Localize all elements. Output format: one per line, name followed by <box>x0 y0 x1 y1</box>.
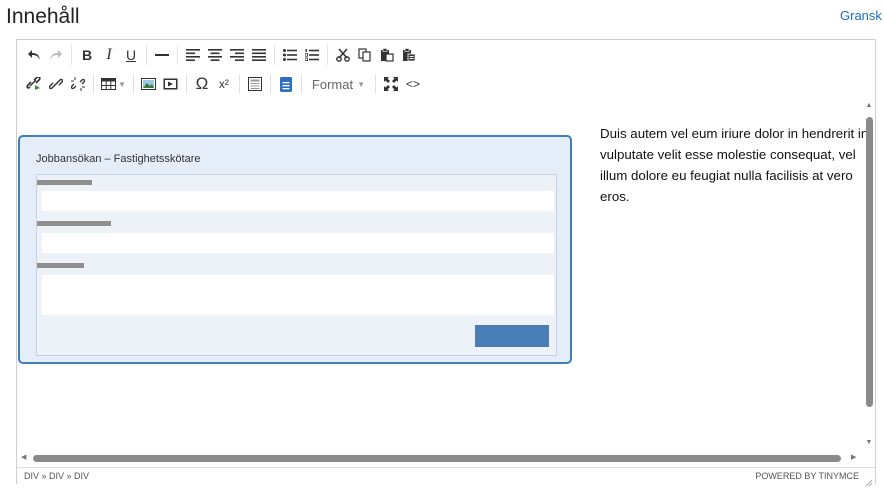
vertical-scrollbar[interactable]: ▲ ▼ <box>863 102 875 464</box>
toolbar-separator <box>375 74 377 94</box>
resize-handle-icon[interactable] <box>865 474 873 487</box>
bullet-list-icon[interactable] <box>279 43 301 67</box>
undo-icon[interactable] <box>23 43 45 67</box>
special-char-icon[interactable]: Ω <box>191 72 213 96</box>
document-icon[interactable] <box>275 72 297 96</box>
toolbar-separator <box>274 45 275 65</box>
toolbar-separator <box>132 74 134 94</box>
horizontal-scrollbar[interactable]: ◀ ▶ <box>17 452 863 464</box>
align-center-icon[interactable] <box>204 43 226 67</box>
bold-icon[interactable]: B <box>76 43 98 67</box>
toolbar-separator <box>185 74 187 94</box>
unlink-icon[interactable] <box>67 72 89 96</box>
paste-icon[interactable] <box>376 43 398 67</box>
vertical-scroll-thumb[interactable] <box>866 117 873 407</box>
tinymce-branding[interactable]: POWERED BY TINYMCE <box>755 471 859 481</box>
toolbar-row-2: ▼ Ω x² Format ▼ <> <box>23 70 424 98</box>
form-submit-button-placeholder <box>475 325 549 347</box>
chevron-down-icon: ▼ <box>357 79 366 89</box>
job-application-widget[interactable]: Jobbansökan – Fastighetsskötare <box>18 135 572 364</box>
table-icon[interactable]: ▼ <box>98 72 129 96</box>
image-icon[interactable] <box>138 72 160 96</box>
underline-icon[interactable]: U <box>120 43 142 67</box>
toolbar-separator <box>269 74 271 94</box>
preview-link[interactable]: Gransk <box>840 8 882 23</box>
scroll-up-arrow-icon[interactable]: ▲ <box>864 102 874 109</box>
toolbar-separator <box>327 45 328 65</box>
paste-text-icon[interactable] <box>398 43 420 67</box>
form-textarea-placeholder <box>42 275 554 315</box>
align-left-icon[interactable] <box>182 43 204 67</box>
form-preview <box>36 174 557 356</box>
toolbar-separator <box>238 74 240 94</box>
italic-icon[interactable]: I <box>98 43 120 67</box>
redo-icon[interactable] <box>45 43 67 67</box>
editor-toolbar: B I U ▼ Ω x² Format ▼ <> <box>17 40 875 102</box>
body-paragraph[interactable]: Duis autem vel eum iriure dolor in hendr… <box>600 123 875 207</box>
toolbar-separator <box>300 74 302 94</box>
rich-text-editor: B I U ▼ Ω x² Format ▼ <> Jobbansökan – F… <box>16 39 876 487</box>
form-input-placeholder <box>42 191 554 211</box>
link-icon[interactable] <box>45 72 67 96</box>
widget-title: Jobbansökan – Fastighetsskötare <box>36 153 201 165</box>
format-dropdown[interactable]: Format ▼ <box>306 72 371 96</box>
scroll-down-arrow-icon[interactable]: ▼ <box>864 439 874 446</box>
scroll-right-arrow-icon[interactable]: ▶ <box>851 453 856 461</box>
scroll-left-arrow-icon[interactable]: ◀ <box>21 453 26 461</box>
toolbar-separator <box>71 45 72 65</box>
cut-icon[interactable] <box>332 43 354 67</box>
fullscreen-icon[interactable] <box>380 72 402 96</box>
form-label-placeholder <box>37 180 92 185</box>
element-path[interactable]: DIV » DIV » DIV <box>24 471 89 481</box>
link-special-icon[interactable] <box>23 72 45 96</box>
editor-content-area[interactable]: Jobbansökan – Fastighetsskötare Duis aut… <box>17 101 875 467</box>
superscript-icon[interactable]: x² <box>213 72 235 96</box>
page-title: Innehåll <box>6 5 80 28</box>
horizontal-rule-icon[interactable] <box>151 43 173 67</box>
editor-statusbar: DIV » DIV » DIV POWERED BY TINYMCE <box>17 467 875 487</box>
toolbar-separator <box>177 45 178 65</box>
copy-icon[interactable] <box>354 43 376 67</box>
toolbar-separator <box>93 74 94 94</box>
chevron-down-icon: ▼ <box>118 79 126 89</box>
align-right-icon[interactable] <box>226 43 248 67</box>
form-input-placeholder <box>42 233 554 253</box>
template-icon[interactable] <box>244 72 266 96</box>
horizontal-scroll-thumb[interactable] <box>33 455 841 462</box>
numbered-list-icon[interactable] <box>301 43 323 67</box>
toolbar-separator <box>146 45 147 65</box>
source-code-icon[interactable]: <> <box>402 72 424 96</box>
toolbar-row-1: B I U <box>23 41 420 69</box>
media-icon[interactable] <box>160 72 182 96</box>
form-label-placeholder <box>37 263 84 268</box>
format-label: Format <box>311 76 354 92</box>
form-label-placeholder <box>37 221 111 226</box>
align-justify-icon[interactable] <box>248 43 270 67</box>
